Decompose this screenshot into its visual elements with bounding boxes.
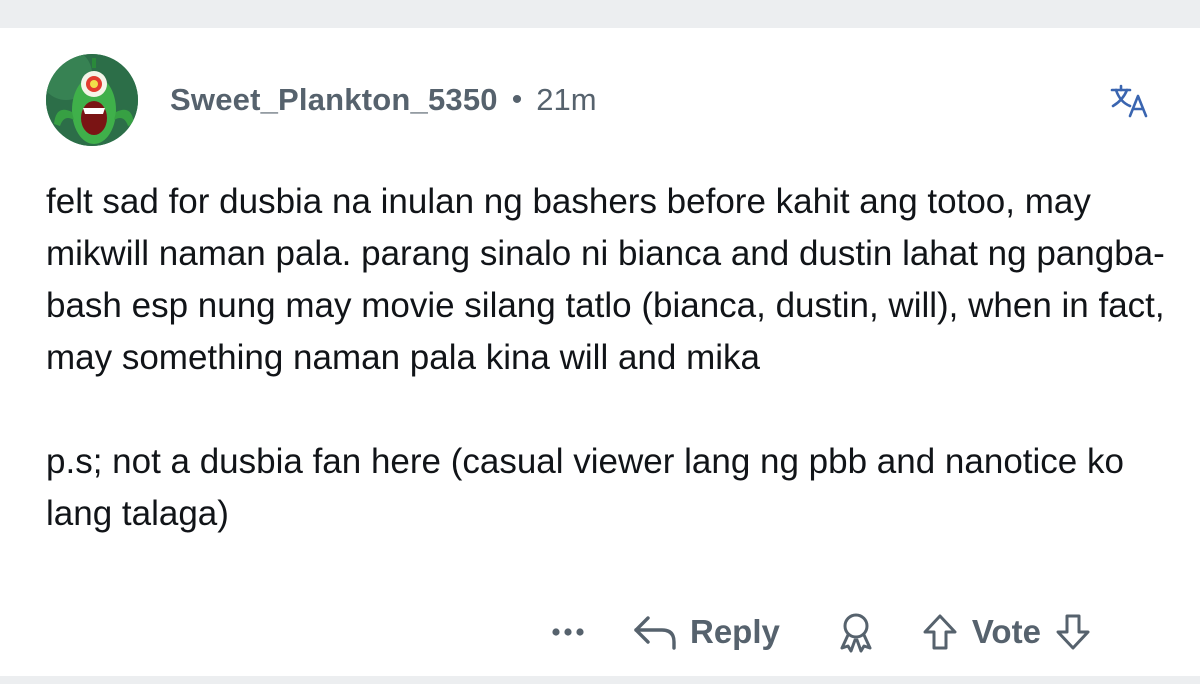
translate-icon [1110, 84, 1148, 118]
top-divider-band [0, 0, 1200, 28]
comment-meta: Sweet_Plankton_5350 • 21m [170, 78, 597, 122]
plankton-avatar-icon [46, 54, 138, 146]
username-link[interactable]: Sweet_Plankton_5350 [170, 82, 498, 118]
downvote-button[interactable] [1051, 610, 1095, 654]
comment-actions: Reply Vote [540, 604, 1095, 660]
reply-button[interactable]: Reply [632, 612, 780, 652]
bottom-divider-band [0, 676, 1200, 684]
meta-separator: • [511, 83, 523, 116]
vote-label: Vote [971, 613, 1041, 650]
downvote-arrow-icon [1056, 614, 1090, 650]
award-button[interactable] [834, 610, 878, 654]
upvote-button[interactable] [918, 610, 962, 654]
timestamp: 21m [536, 82, 597, 117]
comment-paragraph: p.s; not a dusbia fan here (casual viewe… [46, 442, 1124, 533]
more-options-button[interactable] [540, 612, 596, 652]
reply-label: Reply [690, 613, 780, 650]
user-avatar[interactable] [46, 54, 138, 146]
reply-arrow-icon [634, 616, 676, 650]
comment-paragraph: felt sad for dusbia na inulan ng bashers… [46, 182, 1165, 377]
translate-button[interactable] [1108, 82, 1156, 122]
upvote-arrow-icon [923, 614, 957, 650]
more-options-icon [552, 628, 584, 636]
award-icon [840, 613, 872, 653]
comment-body: felt sad for dusbia na inulan ng bashers… [46, 176, 1176, 540]
